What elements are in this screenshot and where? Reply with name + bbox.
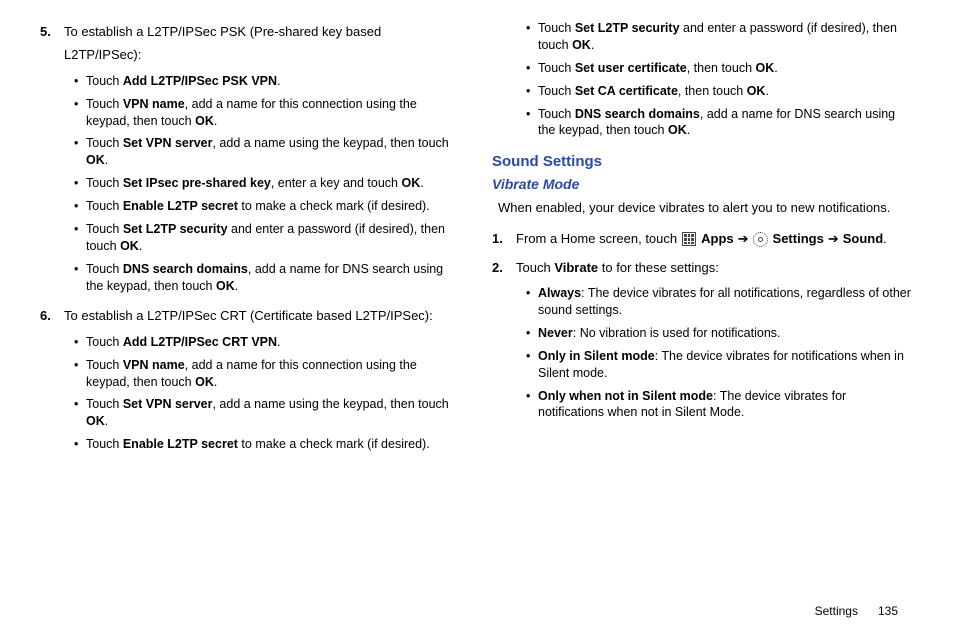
sound-label: Sound — [843, 231, 883, 246]
bullet-text: Touch Add L2TP/IPSec CRT VPN. — [86, 334, 462, 351]
page-footer: Settings 135 — [815, 604, 898, 618]
list-item: •Touch Set L2TP security and enter a pas… — [526, 20, 914, 54]
bullet-mark: • — [74, 198, 86, 215]
bullet-mark: • — [74, 135, 86, 169]
bullet-mark: • — [526, 20, 538, 54]
list-item: •Touch Set user certificate, then touch … — [526, 60, 914, 77]
list-item: •Touch Set CA certificate, then touch OK… — [526, 83, 914, 100]
list-item: •Always: The device vibrates for all not… — [526, 285, 914, 319]
bullet-mark: • — [74, 221, 86, 255]
arrow-icon: ➔ — [828, 227, 839, 252]
heading-sound-settings: Sound Settings — [492, 153, 914, 170]
list-item: •Touch Set VPN server, add a name using … — [74, 135, 462, 169]
settings-icon — [753, 231, 769, 247]
bullet-mark: • — [526, 83, 538, 100]
arrow-icon: ➔ — [738, 227, 749, 252]
bullet-mark: • — [74, 261, 86, 295]
bullet-mark: • — [74, 73, 86, 90]
left-column: 5. To establish a L2TP/IPSec PSK (Pre-sh… — [40, 20, 462, 463]
list-item: •Never: No vibration is used for notific… — [526, 325, 914, 342]
text: . — [883, 231, 887, 246]
bullet-text: Touch VPN name, add a name for this conn… — [86, 357, 462, 391]
step-2: 2. Touch Vibrate to for these settings: … — [492, 256, 914, 428]
bullet-mark: • — [526, 60, 538, 77]
list-item: •Touch Add L2TP/IPSec PSK VPN. — [74, 73, 462, 90]
step-intro: To establish a L2TP/IPSec PSK (Pre-share… — [64, 20, 462, 67]
list-item: •Touch Set IPsec pre-shared key, enter a… — [74, 175, 462, 192]
bullet-text: Touch Add L2TP/IPSec PSK VPN. — [86, 73, 462, 90]
step-1: 1. From a Home screen, touch Apps ➔ Sett… — [492, 227, 914, 252]
bullet-mark: • — [526, 388, 538, 422]
step-number: 2. — [492, 256, 516, 428]
bullet-text: Touch Set IPsec pre-shared key, enter a … — [86, 175, 462, 192]
bullet-mark: • — [526, 106, 538, 140]
bullet-mark: • — [74, 357, 86, 391]
bullet-list: •Touch Add L2TP/IPSec PSK VPN.•Touch VPN… — [64, 73, 462, 295]
bullet-mark: • — [74, 396, 86, 430]
text: to for these settings: — [598, 260, 719, 275]
step-intro: To establish a L2TP/IPSec CRT (Certifica… — [64, 304, 462, 327]
list-item: •Touch Set L2TP security and enter a pas… — [74, 221, 462, 255]
vibrate-label: Vibrate — [554, 260, 598, 275]
right-column: •Touch Set L2TP security and enter a pas… — [492, 20, 914, 463]
bullet-text: Touch DNS search domains, add a name for… — [538, 106, 914, 140]
bullet-mark: • — [526, 325, 538, 342]
list-item: •Only when not in Silent mode: The devic… — [526, 388, 914, 422]
heading-vibrate-mode: Vibrate Mode — [492, 176, 914, 192]
list-item: •Touch DNS search domains, add a name fo… — [526, 106, 914, 140]
text: From a Home screen, touch — [516, 227, 677, 252]
list-item: •Touch VPN name, add a name for this con… — [74, 357, 462, 391]
step-number: 5. — [40, 20, 64, 300]
step-6: 6. To establish a L2TP/IPSec CRT (Certif… — [40, 304, 462, 459]
settings-label: Settings — [773, 227, 824, 252]
step-number: 1. — [492, 227, 516, 252]
list-item: •Touch Enable L2TP secret to make a chec… — [74, 198, 462, 215]
bullet-text: Touch DNS search domains, add a name for… — [86, 261, 462, 295]
bullet-text: Touch Enable L2TP secret to make a check… — [86, 198, 462, 215]
bullet-mark: • — [74, 175, 86, 192]
bullet-text: Only in Silent mode: The device vibrates… — [538, 348, 914, 382]
bullet-text: Only when not in Silent mode: The device… — [538, 388, 914, 422]
apps-icon — [681, 231, 697, 247]
intro-paragraph: When enabled, your device vibrates to al… — [492, 198, 914, 219]
footer-page-number: 135 — [878, 604, 898, 618]
step-5: 5. To establish a L2TP/IPSec PSK (Pre-sh… — [40, 20, 462, 300]
list-item: •Touch Add L2TP/IPSec CRT VPN. — [74, 334, 462, 351]
bullet-text: Always: The device vibrates for all noti… — [538, 285, 914, 319]
bullet-mark: • — [74, 334, 86, 351]
bullet-text: Touch Set CA certificate, then touch OK. — [538, 83, 914, 100]
list-item: •Touch Set VPN server, add a name using … — [74, 396, 462, 430]
list-item: •Touch Enable L2TP secret to make a chec… — [74, 436, 462, 453]
bullet-mark: • — [526, 285, 538, 319]
page-content: 5. To establish a L2TP/IPSec PSK (Pre-sh… — [0, 0, 954, 473]
bullet-mark: • — [526, 348, 538, 382]
bullet-list: •Touch Set L2TP security and enter a pas… — [492, 20, 914, 145]
bullet-mark: • — [74, 436, 86, 453]
bullet-text: Touch VPN name, add a name for this conn… — [86, 96, 462, 130]
bullet-text: Touch Set VPN server, add a name using t… — [86, 396, 462, 430]
footer-section: Settings — [815, 604, 858, 618]
bullet-text: Touch Enable L2TP secret to make a check… — [86, 436, 462, 453]
bullet-list: •Touch Add L2TP/IPSec CRT VPN.•Touch VPN… — [64, 334, 462, 453]
bullet-text: Touch Set L2TP security and enter a pass… — [538, 20, 914, 54]
text: Touch — [516, 260, 554, 275]
list-item: •Only in Silent mode: The device vibrate… — [526, 348, 914, 382]
bullet-mark: • — [74, 96, 86, 130]
list-item: •Touch VPN name, add a name for this con… — [74, 96, 462, 130]
step-number: 6. — [40, 304, 64, 459]
bullet-list: •Always: The device vibrates for all not… — [516, 285, 914, 421]
apps-label: Apps — [701, 227, 734, 252]
bullet-text: Touch Set VPN server, add a name using t… — [86, 135, 462, 169]
bullet-text: Never: No vibration is used for notifica… — [538, 325, 914, 342]
bullet-text: Touch Set user certificate, then touch O… — [538, 60, 914, 77]
list-item: •Touch DNS search domains, add a name fo… — [74, 261, 462, 295]
bullet-text: Touch Set L2TP security and enter a pass… — [86, 221, 462, 255]
